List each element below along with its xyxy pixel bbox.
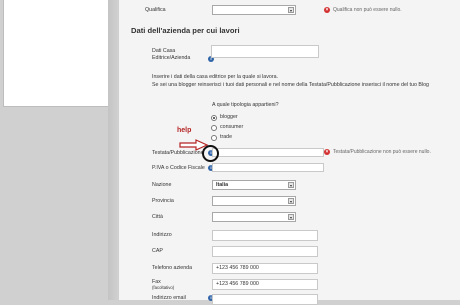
cap-input[interactable]	[212, 246, 318, 257]
chevron-down-icon[interactable]	[288, 214, 294, 220]
info-text-line2: Se sei una blogger reinserisci i tuoi da…	[152, 82, 429, 88]
nazione-select[interactable]: Italia	[212, 180, 296, 190]
provincia-select[interactable]	[212, 196, 296, 206]
citta-select[interactable]	[212, 212, 296, 222]
chevron-down-icon[interactable]	[288, 7, 294, 13]
info-text-line1: Inserire i dati della casa editrice per …	[152, 74, 279, 80]
partial-field-label: Indirizzo email	[152, 295, 186, 301]
qualifica-error: Qualifica non può essere nullo.	[333, 7, 402, 13]
piva-label: P.IVA o Codice Fiscale	[152, 165, 205, 171]
qualifica-select[interactable]	[212, 5, 296, 15]
error-icon: ×	[324, 149, 330, 155]
left-sidebar-panel	[3, 0, 109, 107]
radio-trade[interactable]	[211, 135, 217, 141]
testata-error: Testata/Pubblicazione non può essere nul…	[333, 149, 431, 155]
radio-consumer[interactable]	[211, 125, 217, 131]
highlight-circle	[202, 145, 219, 162]
help-annotation-text: help	[177, 127, 192, 134]
tipologia-question: A quale tipologia appartieni?	[212, 102, 279, 108]
testata-label: Testata/Pubblicazione	[152, 150, 204, 156]
radio-blogger[interactable]	[211, 115, 217, 121]
nazione-value: Italia	[216, 182, 229, 188]
qualifica-label: Qualifica	[145, 7, 166, 13]
indirizzo-input[interactable]	[212, 230, 318, 241]
nazione-label: Nazione	[152, 182, 172, 188]
provincia-label: Provincia	[152, 198, 174, 204]
fax-input[interactable]: +123 456 789 000	[212, 279, 318, 290]
form-content: Qualifica × Qualifica non può essere nul…	[119, 0, 460, 305]
sidebar-divider	[108, 0, 118, 300]
section-title: Dati dell'azienda per cui lavori	[131, 26, 240, 35]
dati-casa-label: Dati Casa Editrice/Azienda	[152, 48, 191, 61]
piva-input[interactable]	[212, 163, 324, 172]
radio-trade-label: trade	[220, 134, 233, 140]
telefono-input[interactable]: +123 456 789 000	[212, 263, 318, 274]
citta-label: Città	[152, 214, 163, 220]
testata-input[interactable]	[212, 148, 324, 157]
error-icon: ×	[324, 7, 330, 13]
radio-consumer-label: consumer	[220, 124, 244, 130]
chevron-down-icon[interactable]	[288, 182, 294, 188]
radio-blogger-label: blogger	[220, 114, 238, 120]
dati-casa-input[interactable]	[211, 45, 319, 58]
telefono-label: Telefono azienda	[152, 265, 193, 271]
chevron-down-icon[interactable]	[288, 198, 294, 204]
cap-label: CAP	[152, 248, 163, 254]
indirizzo-label: Indirizzo	[152, 232, 172, 238]
fax-label: Fax (facoltativo)	[152, 279, 175, 290]
